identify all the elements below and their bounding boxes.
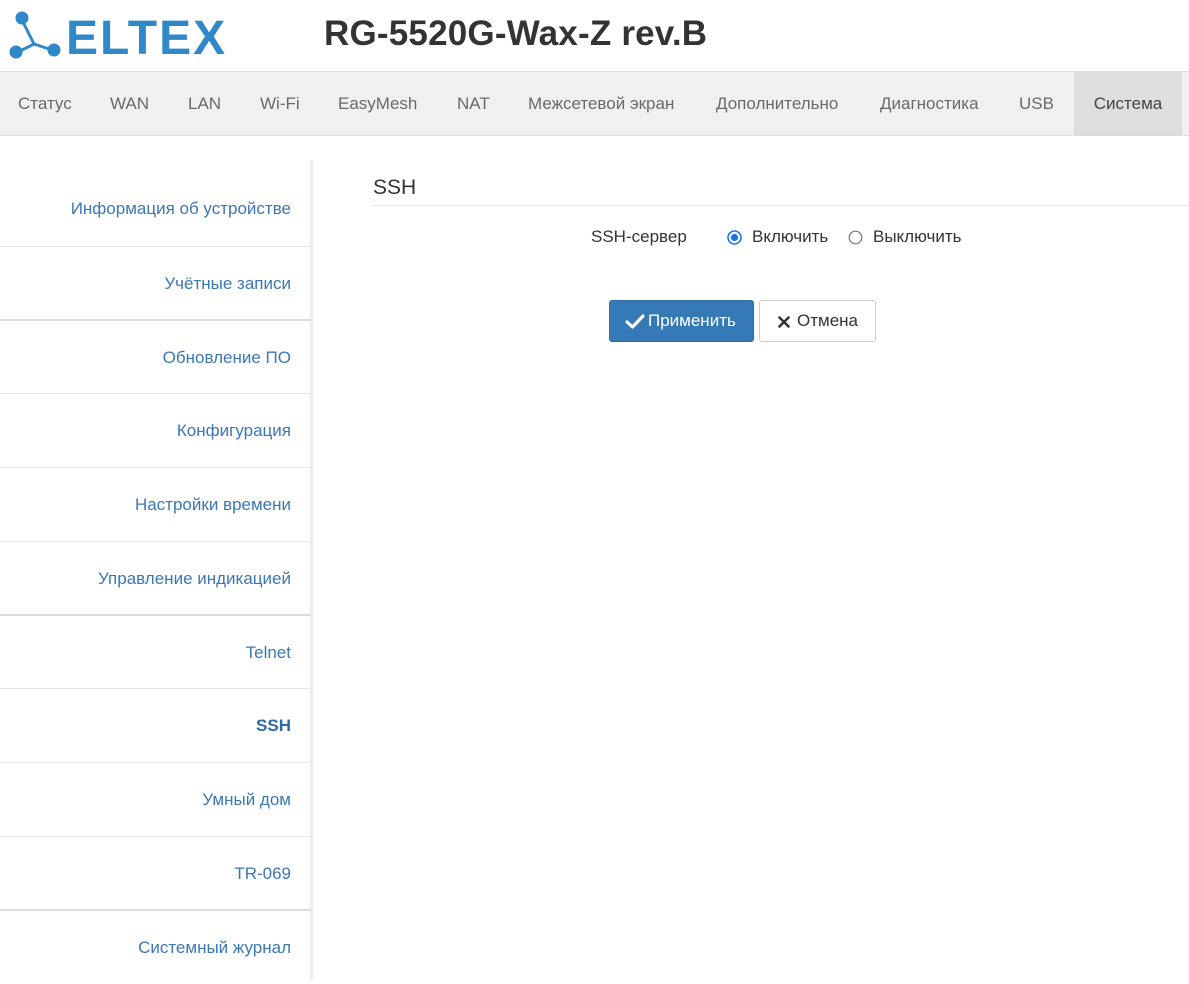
checkmark-icon [625, 314, 645, 329]
nav-diagnostics[interactable]: Диагностика [880, 72, 979, 135]
cancel-button[interactable]: Отмена [759, 300, 876, 342]
sidebar-item-firmware-update[interactable]: Обновление ПО [0, 319, 311, 392]
ssh-enable-label[interactable]: Включить [752, 227, 828, 247]
sidebar-item-tr069[interactable]: TR-069 [0, 836, 311, 909]
sidebar-item-time-settings[interactable]: Настройки времени [0, 467, 311, 540]
nav-firewall[interactable]: Межсетевой экран [528, 72, 674, 135]
nav-wifi[interactable]: Wi-Fi [260, 72, 300, 135]
nav-nat[interactable]: NAT [457, 72, 490, 135]
ssh-enable-radio[interactable] [727, 230, 742, 245]
header: ELTEX RG-5520G-Wax-Z rev.B [0, 0, 1189, 72]
cancel-button-label: Отмена [797, 311, 858, 330]
main-navbar: Статус WAN LAN Wi-Fi EasyMesh NAT Межсет… [0, 71, 1189, 136]
eltex-logo[interactable]: ELTEX [8, 8, 248, 65]
sidebar-item-ssh[interactable]: SSH [0, 688, 311, 761]
nav-status[interactable]: Статус [18, 72, 72, 135]
sidebar-item-device-info[interactable]: Информация об устройстве [0, 172, 311, 245]
ssh-server-label: SSH-сервер [591, 227, 687, 246]
sidebar: Информация об устройстве Учётные записи … [0, 172, 311, 980]
ssh-disable-radio[interactable] [848, 230, 863, 245]
sidebar-item-accounts[interactable]: Учётные записи [0, 246, 311, 319]
sidebar-item-smart-home[interactable]: Умный дом [0, 762, 311, 835]
apply-button-label: Применить [648, 311, 736, 330]
nav-wan[interactable]: WAN [110, 72, 149, 135]
close-icon [778, 316, 790, 328]
svg-text:ELTEX: ELTEX [66, 12, 227, 60]
sidebar-item-configuration[interactable]: Конфигурация [0, 393, 311, 466]
section-divider [373, 205, 1189, 206]
eltex-logo-icon: ELTEX [9, 11, 227, 65]
nav-lan[interactable]: LAN [188, 72, 221, 135]
sidebar-item-led-control[interactable]: Управление индикацией [0, 541, 311, 614]
sidebar-item-telnet[interactable]: Telnet [0, 614, 311, 687]
apply-button[interactable]: Применить [609, 300, 754, 342]
nav-system[interactable]: Система [1074, 72, 1182, 135]
device-model-title: RG-5520G-Wax-Z rev.B [324, 14, 708, 53]
nav-easymesh[interactable]: EasyMesh [338, 72, 417, 135]
nav-usb[interactable]: USB [1019, 72, 1054, 135]
section-title: SSH [373, 176, 417, 199]
nav-advanced[interactable]: Дополнительно [716, 72, 838, 135]
ssh-disable-label[interactable]: Выключить [873, 227, 961, 247]
sidebar-item-system-log[interactable]: Системный журнал [0, 909, 311, 982]
